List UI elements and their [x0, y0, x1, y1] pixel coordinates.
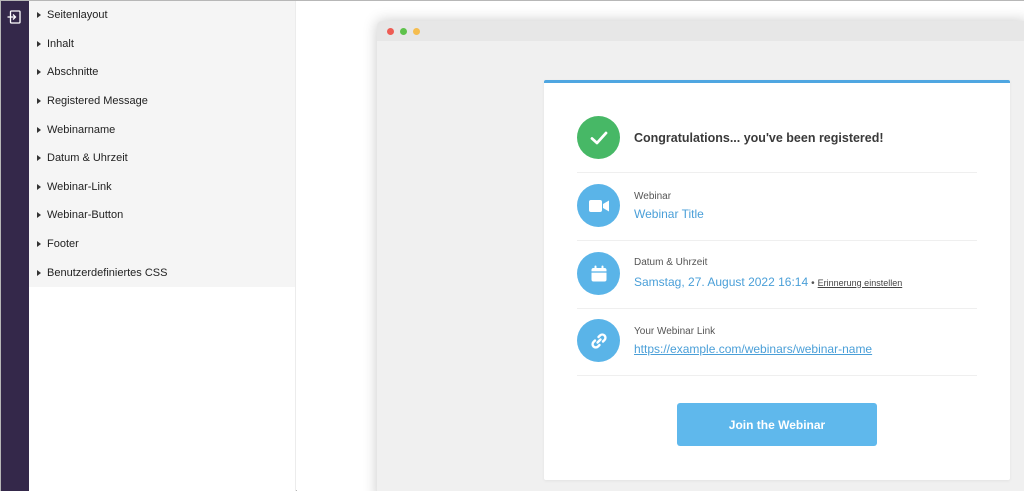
link-icon: [577, 319, 620, 362]
divider: [577, 308, 977, 309]
panel-item-webinar-button[interactable]: Webinar-Button: [29, 201, 295, 230]
panel-item-label: Footer: [47, 238, 79, 251]
panel-item-inhalt[interactable]: Inhalt: [29, 30, 295, 59]
panel-item-label: Webinar-Link: [47, 180, 112, 193]
confirmation-row: Congratulations... you've been registere…: [577, 116, 977, 159]
exit-icon[interactable]: [5, 8, 23, 26]
webinar-link-url[interactable]: https://example.com/webinars/webinar-nam…: [634, 342, 872, 356]
panel-item-webinar-link[interactable]: Webinar-Link: [29, 173, 295, 202]
preview-area: Congratulations... you've been registere…: [297, 1, 1024, 491]
caret-right-icon: [37, 183, 41, 190]
caret-right-icon: [37, 98, 41, 105]
caret-right-icon: [37, 12, 41, 19]
caret-right-icon: [37, 126, 41, 133]
caret-right-icon: [37, 69, 41, 76]
panel-item-custom-css[interactable]: Benutzerdefiniertes CSS: [29, 258, 295, 287]
webinar-link-label: Your Webinar Link: [634, 325, 716, 337]
panel-item-label: Seitenlayout: [47, 9, 108, 22]
panel-item-datum-uhrzeit[interactable]: Datum & Uhrzeit: [29, 144, 295, 173]
panel-item-webinarname[interactable]: Webinarname: [29, 115, 295, 144]
panel-item-label: Registered Message: [47, 95, 148, 108]
maximize-dot-icon: [400, 27, 407, 35]
divider: [577, 240, 977, 241]
check-icon: [577, 116, 620, 159]
caret-right-icon: [37, 241, 41, 248]
calendar-icon: [577, 252, 620, 295]
panel-item-label: Webinarname: [47, 123, 116, 136]
caret-right-icon: [37, 212, 41, 219]
link-row: Your Webinar Link https://example.com/we…: [577, 319, 977, 362]
divider: [577, 172, 977, 173]
settings-list: Seitenlayout Inhalt Abschnitte Registere…: [29, 1, 295, 287]
caret-right-icon: [37, 155, 41, 162]
close-dot-icon: [387, 27, 394, 35]
divider: [577, 375, 977, 376]
panel-item-label: Webinar-Button: [47, 209, 124, 222]
datetime-label: Datum & Uhrzeit: [634, 256, 708, 268]
join-webinar-button[interactable]: Join the Webinar: [677, 403, 877, 446]
webinar-label: Webinar: [634, 190, 672, 202]
caret-right-icon: [37, 40, 41, 47]
minimize-dot-icon: [413, 27, 420, 35]
webinar-row: Webinar Webinar Title: [577, 184, 977, 227]
panel-item-label: Inhalt: [47, 37, 74, 50]
set-reminder-link[interactable]: Erinnerung einstellen: [818, 278, 903, 288]
panel-item-abschnitte[interactable]: Abschnitte: [29, 58, 295, 87]
caret-right-icon: [37, 269, 41, 276]
settings-panel: Seitenlayout Inhalt Abschnitte Registere…: [29, 1, 296, 491]
confirmation-headline: Congratulations... you've been registere…: [634, 130, 884, 145]
app-frame: Seitenlayout Inhalt Abschnitte Registere…: [0, 0, 1024, 491]
datetime-row: Datum & Uhrzeit Samstag, 27. August 2022…: [577, 252, 977, 295]
panel-item-label: Benutzerdefiniertes CSS: [47, 266, 168, 279]
datetime-value: Samstag, 27. August 2022 16:14: [634, 274, 809, 289]
left-rail: [1, 1, 29, 491]
separator-dot: •: [811, 277, 815, 289]
browser-window: Congratulations... you've been registere…: [377, 21, 1024, 491]
panel-item-label: Datum & Uhrzeit: [47, 152, 128, 165]
browser-titlebar: [377, 21, 1024, 41]
video-camera-icon: [577, 184, 620, 227]
panel-item-label: Abschnitte: [47, 66, 99, 79]
panel-item-seitenlayout[interactable]: Seitenlayout: [29, 1, 295, 30]
webinar-title: Webinar Title: [634, 206, 704, 221]
registration-card: Congratulations... you've been registere…: [544, 80, 1010, 480]
panel-item-footer[interactable]: Footer: [29, 230, 295, 259]
panel-item-registered-message[interactable]: Registered Message: [29, 87, 295, 116]
